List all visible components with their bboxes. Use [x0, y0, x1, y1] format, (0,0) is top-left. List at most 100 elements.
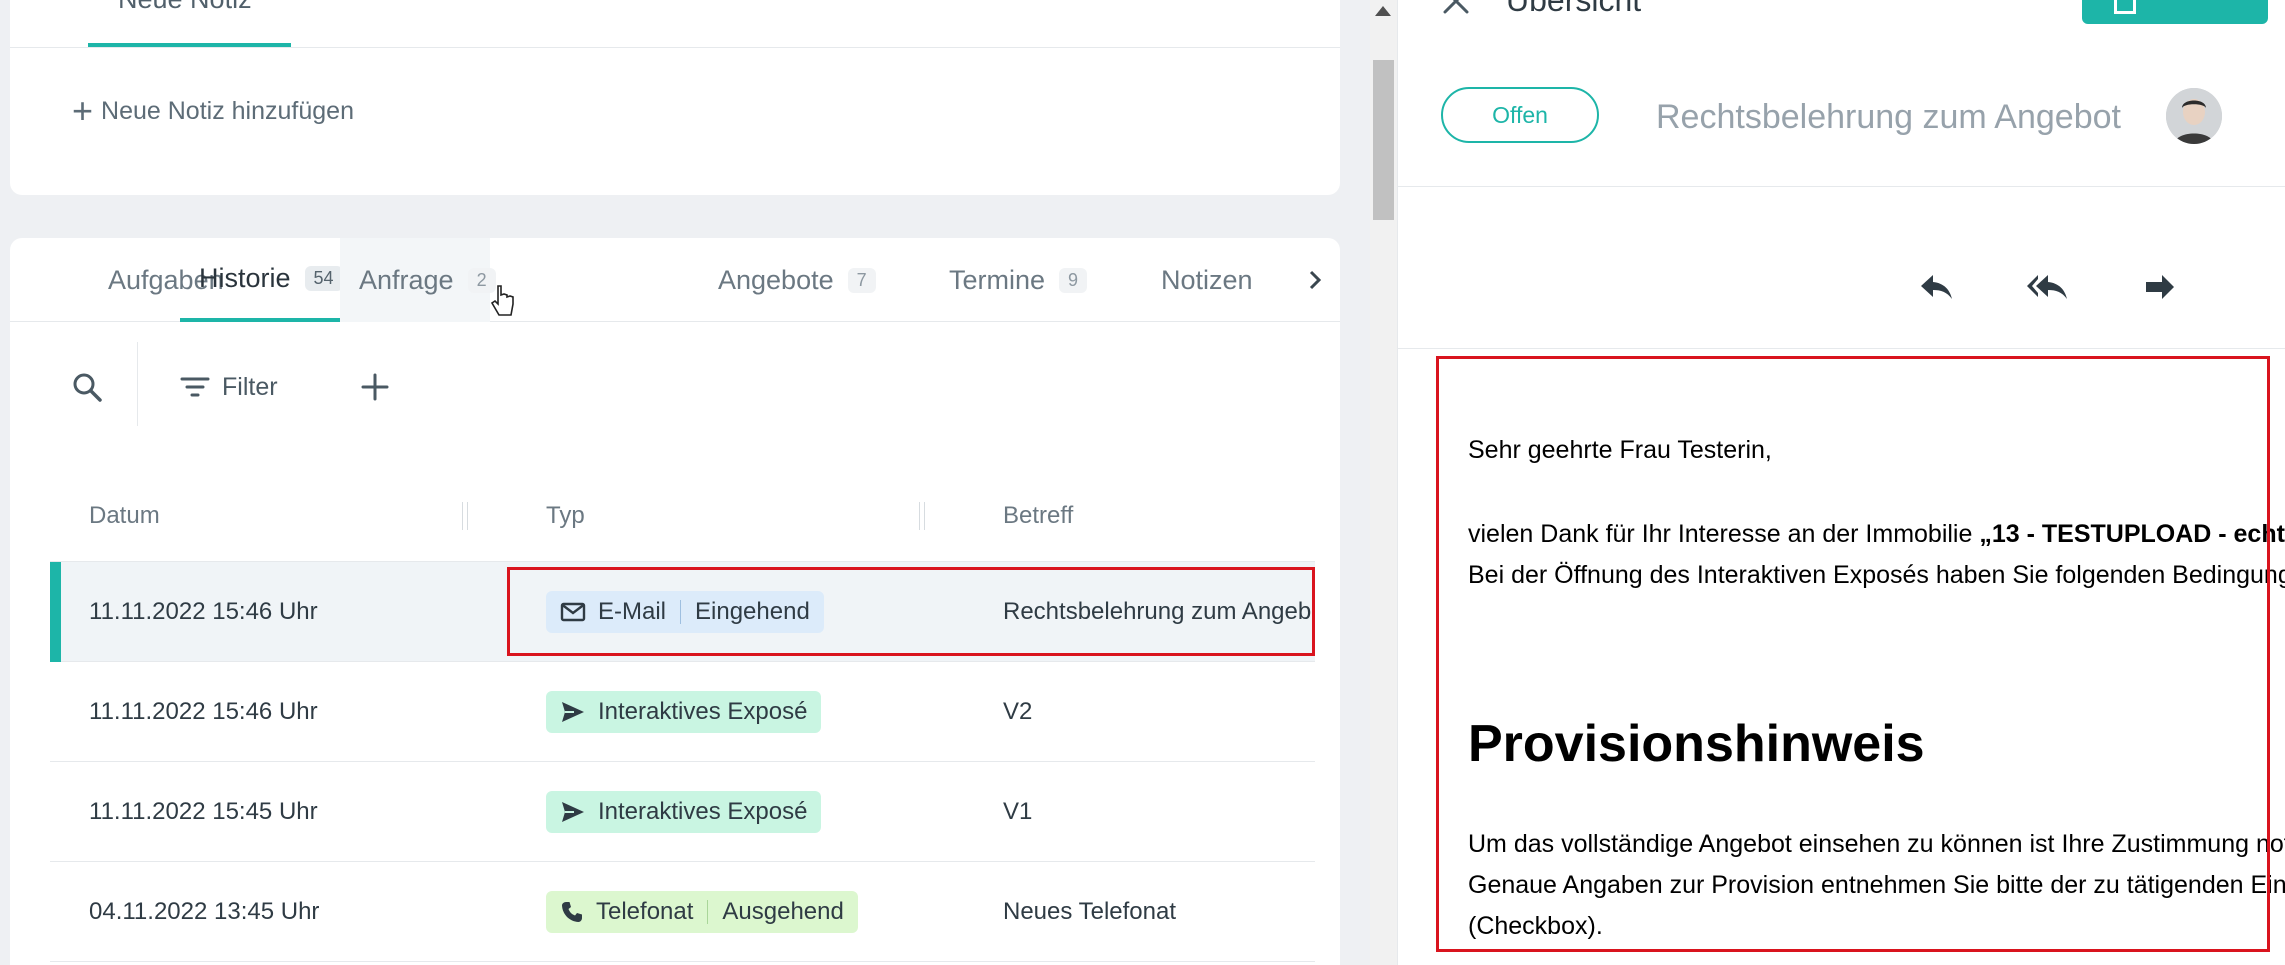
forward-icon [2146, 275, 2174, 299]
scroll-up-arrow[interactable] [1375, 6, 1391, 16]
tab-count-badge: 54 [304, 265, 343, 291]
badge-separator [707, 900, 709, 924]
cell-type: Telefonat Ausgehend [546, 862, 858, 962]
send-icon [562, 802, 584, 822]
user-avatar-icon [2166, 88, 2222, 144]
history-card: Aufgaben Historie 54 Anfrage 2 Angebote … [10, 238, 1340, 965]
phone-icon [562, 902, 582, 922]
tab-anfrage[interactable]: Anfrage 2 [340, 238, 496, 322]
close-button[interactable] [1436, 0, 1476, 16]
close-icon [1443, 0, 1469, 14]
type-badge-expose: Interaktives Exposé [546, 791, 822, 833]
filter-button[interactable]: Filter [180, 362, 278, 412]
email-intro: vielen Dank für Ihr Interesse an der Imm… [1468, 514, 2285, 596]
table-row[interactable]: 11.11.2022 15:45 Uhr Interaktives Exposé… [50, 762, 1315, 862]
plus-icon [361, 373, 389, 401]
table-row[interactable]: 04.11.2022 13:45 Uhr Telefonat Ausgehend… [50, 862, 1315, 962]
tab-count-badge: 7 [847, 267, 876, 293]
type-label: Telefonat [596, 898, 694, 925]
type-badge-expose: Interaktives Exposé [546, 691, 822, 733]
column-header-type[interactable]: Typ [546, 502, 585, 530]
tab-label: Angebote [718, 264, 834, 295]
email-body: Sehr geehrte Frau Testerin, vielen Dank … [1438, 360, 2285, 960]
tab-label: Notizen [1161, 264, 1253, 295]
column-resize-handle[interactable] [919, 502, 925, 530]
divider [137, 342, 138, 426]
forward-button[interactable] [2132, 262, 2188, 312]
tab-label: Historie [199, 262, 291, 293]
direction-label: Ausgehend [722, 898, 844, 925]
cell-subject: V2 [1003, 698, 1033, 725]
tab-termine[interactable]: Termine 9 [949, 238, 1088, 322]
cell-date: 11.11.2022 15:45 Uhr [89, 798, 318, 825]
add-entry-button[interactable] [350, 362, 400, 412]
badge-separator [680, 600, 682, 624]
chevron-right-icon [1309, 270, 1322, 290]
filter-label: Filter [222, 372, 278, 401]
history-table: Datum Typ Betreff 11.11.2022 15:46 Uhr E… [50, 452, 1315, 962]
save-button[interactable] [2082, 0, 2268, 24]
mail-icon [560, 602, 586, 622]
reply-button[interactable] [1909, 262, 1965, 312]
tab-historie[interactable]: Historie 54 [180, 238, 343, 322]
cell-subject: Rechtsbelehrung zum Angebot [1003, 598, 1315, 625]
tab-new-note-label: Neue Notiz [118, 0, 252, 15]
email-heading: Provisionshinweis [1468, 715, 1925, 773]
column-header-subject[interactable]: Betreff [1003, 502, 1073, 530]
tab-new-note[interactable]: Neue Notiz [88, 0, 291, 47]
divider [1398, 186, 2285, 187]
search-icon [73, 373, 102, 402]
notes-card: Neue Notiz + Neue Notiz hinzufügen [10, 0, 1340, 195]
search-button[interactable] [62, 362, 112, 412]
property-name: „13 - TESTUPLOAD - echte Immobillie!“ [1979, 520, 2285, 548]
email-intro-text: vielen Dank für Ihr Interesse an der Imm… [1468, 520, 1980, 548]
tab-count-badge: 9 [1059, 267, 1088, 293]
column-resize-handle[interactable] [462, 502, 468, 530]
divider [10, 47, 1340, 48]
email-paragraph: Um das vollständige Angebot einsehen zu … [1468, 830, 2285, 940]
type-badge-email: E-Mail Eingehend [546, 591, 824, 633]
reply-icon [1921, 275, 1952, 299]
reply-all-icon [2027, 275, 2067, 299]
cell-subject: Neues Telefonat [1003, 898, 1177, 925]
left-pane: Neue Notiz + Neue Notiz hinzufügen Aufga… [0, 0, 1370, 965]
type-label: E-Mail [598, 598, 667, 625]
type-label: Interaktives Exposé [598, 798, 808, 825]
add-note-label: Neue Notiz hinzufügen [101, 96, 354, 125]
status-button[interactable]: Offen [1441, 87, 1599, 143]
cell-subject: V1 [1003, 798, 1033, 825]
save-icon [2114, 0, 2136, 14]
table-row[interactable]: 11.11.2022 15:46 Uhr E-Mail Eingehend Re… [50, 562, 1315, 662]
detail-pane: Übersicht Offen Rechtsbelehrung zum Ange… [1397, 0, 2285, 965]
detail-subject-text: Rechtsbelehrung zum Angebot [1656, 97, 2121, 136]
cell-type: Interaktives Exposé [546, 662, 822, 762]
send-icon [562, 702, 584, 722]
cell-date: 04.11.2022 13:45 Uhr [89, 898, 320, 925]
avatar[interactable] [2166, 88, 2222, 144]
type-badge-phone: Telefonat Ausgehend [546, 891, 858, 933]
table-header: Datum Typ Betreff [50, 452, 1315, 562]
detail-subject: Rechtsbelehrung zum Angebot [1656, 92, 2156, 142]
email-greeting: Sehr geehrte Frau Testerin, [1468, 436, 1772, 464]
tab-label: Termine [949, 264, 1046, 295]
history-toolbar: Filter [10, 322, 1340, 452]
divider [1398, 348, 2285, 349]
reply-all-button[interactable] [2021, 262, 2077, 312]
type-label: Interaktives Exposé [598, 698, 808, 725]
scrollbar-thumb[interactable] [1373, 60, 1394, 220]
table-row[interactable]: 11.11.2022 15:46 Uhr Interaktives Exposé… [50, 662, 1315, 762]
tabs-next-button[interactable] [1295, 260, 1335, 300]
cell-type: E-Mail Eingehend [546, 562, 824, 662]
add-note-button[interactable]: + Neue Notiz hinzufügen [72, 86, 354, 136]
filter-icon [180, 377, 210, 397]
column-header-date[interactable]: Datum [89, 502, 160, 530]
direction-label: Eingehend [695, 598, 810, 625]
tab-label: Anfrage [359, 264, 454, 295]
tab-bar: Aufgaben Historie 54 Anfrage 2 Angebote … [10, 238, 1340, 322]
tab-notizen[interactable]: Notizen [1161, 238, 1253, 322]
detail-title: Übersicht [1506, 0, 1642, 18]
cell-date: 11.11.2022 15:46 Uhr [89, 698, 318, 725]
cell-type: Interaktives Exposé [546, 762, 822, 862]
tab-angebote[interactable]: Angebote 7 [718, 238, 876, 322]
hand-cursor-icon [490, 285, 514, 316]
